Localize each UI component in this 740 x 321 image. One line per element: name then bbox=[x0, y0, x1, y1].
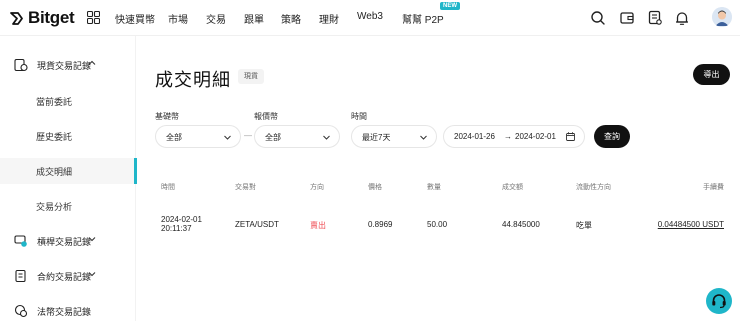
cell-amount: 50.00 bbox=[427, 220, 448, 229]
chevron-up-icon bbox=[88, 59, 96, 69]
chevron-down-icon bbox=[420, 135, 427, 140]
user-avatar-icon bbox=[712, 7, 732, 27]
support-chat-button[interactable] bbox=[706, 288, 732, 314]
sidebar-item-label: 交易分析 bbox=[36, 202, 73, 212]
chevron-down-icon bbox=[88, 235, 96, 245]
sidebar: 現貨交易記錄 當前委託 歷史委託 成交明細 交易分析 槓桿交易記錄 合約交易記錄 bbox=[0, 36, 137, 321]
base-coin-value: 全部 bbox=[166, 133, 182, 142]
nav-p2p[interactable]: 幫幫 P2P bbox=[402, 11, 444, 26]
nav-copy-trading[interactable]: 跟單 bbox=[244, 11, 281, 26]
bitget-logo-icon bbox=[10, 11, 23, 25]
export-button[interactable]: 導出 bbox=[693, 64, 730, 85]
date-range-picker[interactable]: 2024-01-26 → 2024-02-01 bbox=[443, 125, 585, 148]
margin-record-icon bbox=[14, 235, 27, 247]
page-title: 成交明細 bbox=[155, 70, 231, 90]
col-header-time: 時間 bbox=[161, 184, 175, 191]
col-header-liquidity: 流動性方向 bbox=[576, 184, 611, 191]
col-header-fee: 手續費 bbox=[703, 184, 724, 191]
nav-strategy[interactable]: 策略 bbox=[281, 11, 319, 26]
col-header-amount: 數量 bbox=[427, 184, 441, 191]
search-icon[interactable] bbox=[589, 9, 607, 27]
cell-time-clock: 20:11:37 bbox=[161, 224, 192, 233]
col-header-pair: 交易對 bbox=[235, 184, 256, 191]
base-coin-label: 基礎幣 bbox=[155, 112, 179, 121]
main-menu: 快速買幣 市場 交易 跟單 策略 理財 Web3 幫幫 P2P bbox=[115, 11, 444, 26]
sidebar-item-label: 當前委託 bbox=[36, 97, 73, 107]
date-from: 2024-01-26 bbox=[454, 132, 495, 141]
headset-icon bbox=[712, 294, 726, 309]
chevron-down-icon bbox=[88, 270, 96, 280]
cell-total: 44.845000 bbox=[502, 220, 540, 229]
range-separator: — bbox=[244, 131, 252, 140]
nav-quick-buy[interactable]: 快速買幣 bbox=[115, 11, 168, 26]
new-badge: NEW bbox=[440, 2, 460, 10]
sidebar-group-futures[interactable]: 合約交易記錄 bbox=[0, 259, 136, 293]
nav-trade[interactable]: 交易 bbox=[206, 11, 244, 26]
time-label: 時間 bbox=[351, 112, 367, 121]
sidebar-group-spot[interactable]: 現貨交易記錄 bbox=[0, 48, 136, 82]
sidebar-group-margin[interactable]: 槓桿交易記錄 bbox=[0, 224, 136, 258]
nav-earn[interactable]: 理財 bbox=[319, 11, 357, 26]
cell-pair: ZETA/USDT bbox=[235, 220, 279, 229]
nav-markets[interactable]: 市場 bbox=[168, 11, 206, 26]
base-coin-select[interactable]: 全部 bbox=[155, 125, 241, 148]
col-header-total: 成交額 bbox=[502, 184, 523, 191]
calendar-icon bbox=[566, 132, 575, 141]
date-range-arrow: → bbox=[504, 132, 512, 141]
sidebar-group-label: 現貨交易記錄 bbox=[37, 61, 92, 71]
avatar[interactable] bbox=[712, 7, 732, 27]
spot-record-icon bbox=[14, 58, 28, 72]
sidebar-item-order-history[interactable]: 歷史委託 bbox=[0, 123, 136, 149]
col-header-side: 方向 bbox=[310, 184, 324, 191]
apps-grid-icon[interactable] bbox=[87, 11, 100, 24]
top-nav: Bitget 快速買幣 市場 交易 跟單 策略 理財 Web3 幫幫 P2P N… bbox=[0, 0, 740, 36]
cell-price: 0.8969 bbox=[368, 220, 393, 229]
cell-side: 賣出 bbox=[310, 221, 326, 230]
sidebar-group-label: 合約交易記錄 bbox=[37, 272, 92, 282]
wallet-icon[interactable] bbox=[618, 9, 636, 27]
sidebar-item-label: 歷史委託 bbox=[36, 132, 73, 142]
cell-liquidity: 吃單 bbox=[576, 221, 592, 230]
bell-icon[interactable] bbox=[673, 9, 691, 27]
sidebar-group-label: 槓桿交易記錄 bbox=[37, 237, 92, 247]
futures-record-icon bbox=[15, 269, 26, 283]
orders-icon[interactable] bbox=[646, 9, 664, 27]
sidebar-group-fiat[interactable]: 法幣交易記錄 bbox=[0, 294, 136, 321]
time-range-value: 最近7天 bbox=[362, 133, 391, 142]
fiat-record-icon bbox=[14, 304, 28, 318]
bitget-logo[interactable]: Bitget bbox=[9, 8, 75, 28]
quote-coin-label: 報價幣 bbox=[254, 112, 278, 121]
chevron-down-icon bbox=[224, 135, 231, 140]
quote-coin-value: 全部 bbox=[265, 133, 281, 142]
time-range-select[interactable]: 最近7天 bbox=[351, 125, 437, 148]
brand-name: Bitget bbox=[28, 8, 75, 27]
quote-coin-select[interactable]: 全部 bbox=[254, 125, 340, 148]
sidebar-item-label: 成交明細 bbox=[36, 167, 73, 177]
market-type-tag: 現貨 bbox=[238, 69, 264, 84]
query-button[interactable]: 查詢 bbox=[594, 125, 630, 148]
col-header-price: 價格 bbox=[368, 184, 382, 191]
sidebar-group-label: 法幣交易記錄 bbox=[37, 307, 92, 317]
cell-fee[interactable]: 0.04484500 USDT bbox=[658, 220, 724, 229]
sidebar-item-trade-details[interactable]: 成交明細 bbox=[0, 158, 137, 184]
nav-web3[interactable]: Web3 bbox=[357, 11, 402, 26]
chevron-down-icon bbox=[323, 135, 330, 140]
sidebar-item-open-orders[interactable]: 當前委託 bbox=[0, 88, 136, 114]
cell-time-date: 2024-02-01 bbox=[161, 215, 202, 224]
date-to: 2024-02-01 bbox=[515, 132, 556, 141]
sidebar-item-trade-analysis[interactable]: 交易分析 bbox=[0, 193, 136, 219]
